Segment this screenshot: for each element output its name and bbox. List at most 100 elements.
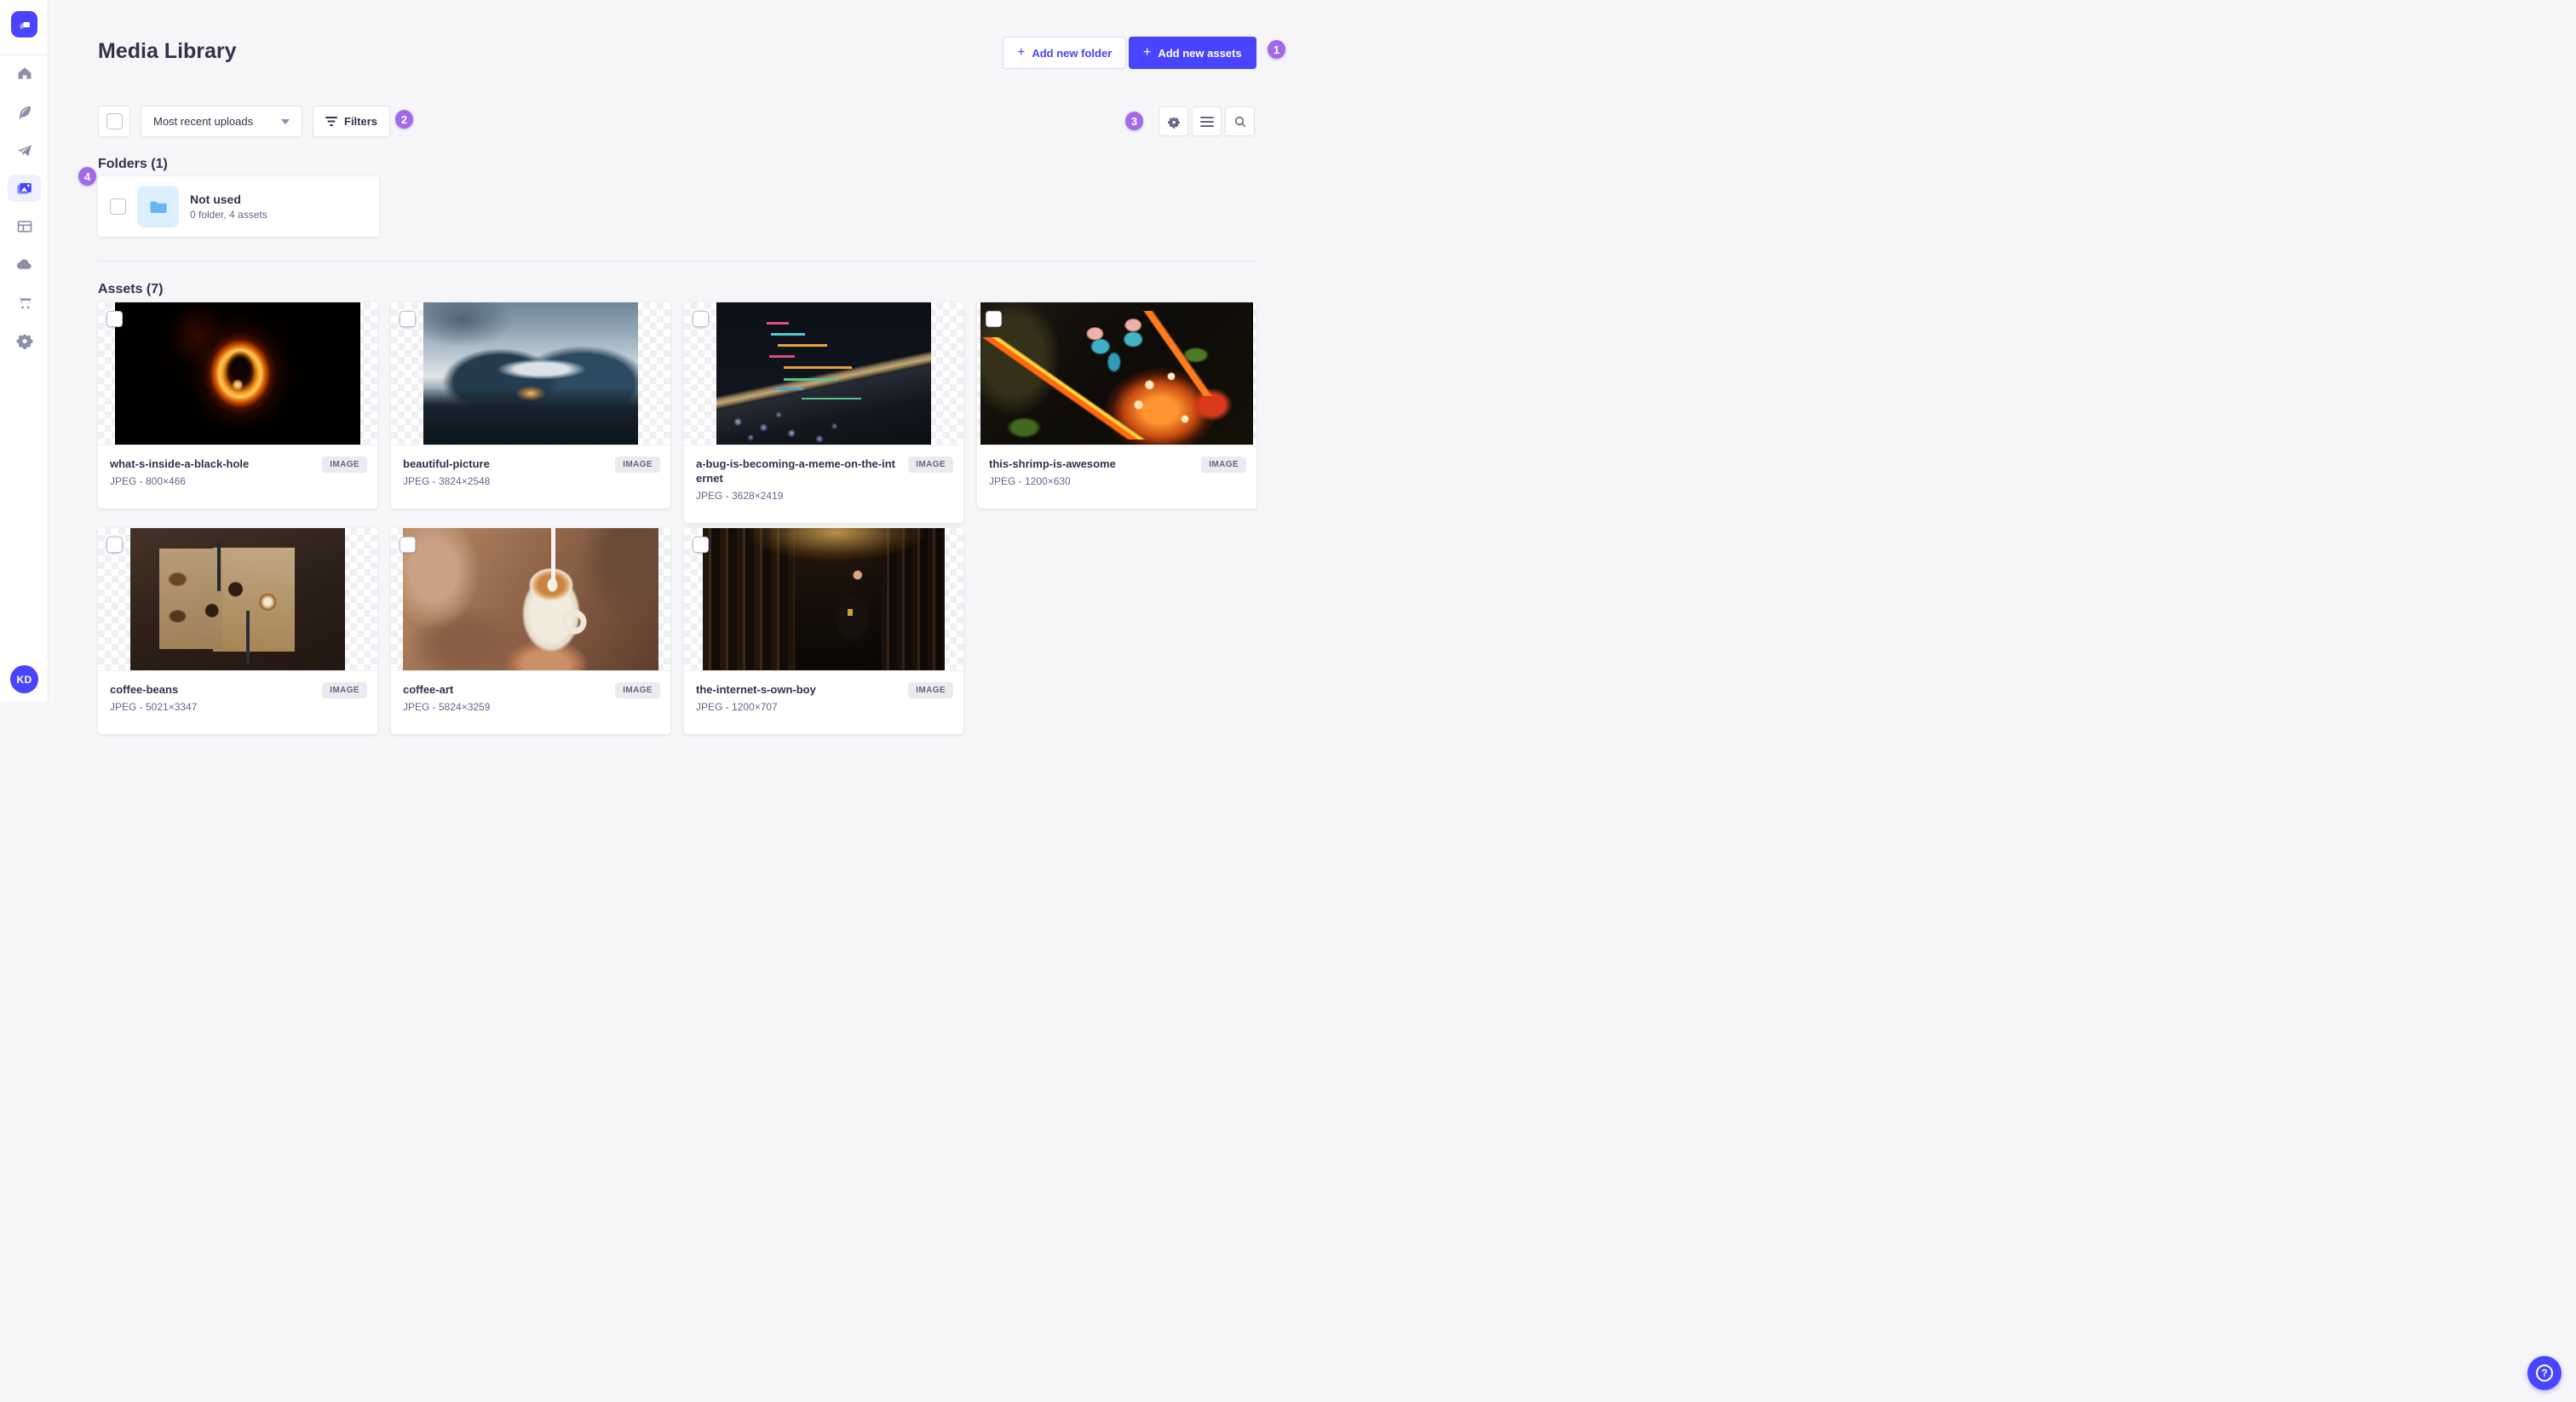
media-library-page: Media Library + Add new folder + Add new… [49,0,2576,734]
asset-thumbnail [98,302,377,445]
asset-thumbnail [391,528,670,671]
folder-name: Not used [190,192,241,206]
asset-card-beautiful-picture[interactable]: beautiful-picture JPEG - 3824×2548 IMAGE [391,302,670,509]
asset-checkbox[interactable] [986,311,1002,327]
paper-plane-icon [17,145,32,157]
search-button[interactable] [1225,106,1255,136]
gear-icon [15,334,33,349]
asset-name: coffee-art [403,683,454,696]
asset-thumbnail [977,302,1256,445]
asset-checkbox[interactable] [400,311,416,327]
sort-dropdown-value: Most recent uploads [153,115,254,128]
sidebar-item-settings[interactable] [8,327,41,354]
asset-meta: JPEG - 800×466 [110,475,187,487]
asset-texts: this-shrimp-is-awesome JPEG - 1200×630 [989,457,1116,487]
list-view-button[interactable] [1192,106,1222,136]
folder-icon [150,201,166,213]
add-new-folder-label: Add new folder [1032,46,1113,60]
strapi-logo-glyph [20,21,30,29]
list-view-icon [1199,116,1214,127]
black-hole-image [115,302,360,445]
asset-checkbox[interactable] [693,311,709,327]
help-button[interactable]: ? [2527,1356,2562,1390]
assets-heading: Assets (7) [98,282,164,296]
page-title: Media Library [98,39,237,63]
cart-icon [18,296,31,309]
select-all-control[interactable] [98,106,130,137]
add-new-assets-label: Add new assets [1158,46,1242,60]
asset-texts: coffee-art JPEG - 5824×3259 [403,682,490,713]
asset-name: this-shrimp-is-awesome [989,457,1116,470]
asset-card-shrimp[interactable]: this-shrimp-is-awesome JPEG - 1200×630 I… [977,302,1256,509]
add-new-folder-button[interactable]: + Add new folder [1003,37,1127,69]
asset-name: the-internet-s-own-boy [696,683,816,696]
asset-meta: JPEG - 3628×2419 [696,490,784,502]
home-icon [18,67,31,79]
mountains-image [423,302,638,445]
chevron-down-icon [281,118,290,124]
asset-card-black-hole[interactable]: what-s-inside-a-black-hole JPEG - 800×46… [98,302,377,509]
asset-grid-row-1: what-s-inside-a-black-hole JPEG - 800×46… [98,302,1258,523]
sort-dropdown[interactable]: Most recent uploads [141,106,302,137]
annotation-badge-4: 4 [78,167,96,186]
folders-heading: Folders (1) [98,157,168,171]
folder-card-not-used[interactable]: Not used 0 folder, 4 assets [98,176,379,237]
sidebar-item-cloud[interactable] [8,250,41,278]
sidebar-item-media-library[interactable] [8,175,41,202]
folder-meta: 0 folder, 4 assets [190,209,267,221]
grid-settings-button[interactable] [1159,106,1188,136]
asset-card-coffee-beans[interactable]: coffee-beans JPEG - 5021×3347 IMAGE [98,528,377,734]
asset-card-internet-own-boy[interactable]: the-internet-s-own-boy JPEG - 1200×707 I… [684,528,963,734]
sidebar-item-releases[interactable] [8,137,41,164]
asset-meta: JPEG - 1200×707 [696,701,778,713]
strapi-logo[interactable] [11,11,37,37]
filter-icon [325,116,337,126]
sidebar-item-content-builder[interactable] [8,99,41,126]
asset-type-badge: IMAGE [615,682,660,698]
folder-icon-tile [137,186,179,227]
user-avatar[interactable]: KD [10,665,38,693]
asset-checkbox[interactable] [106,537,123,553]
asset-checkbox[interactable] [106,311,123,327]
asset-thumbnail [684,302,963,445]
question-mark-icon: ? [2536,1365,2553,1382]
annotation-badge-2: 2 [395,110,413,129]
plus-icon: + [1143,45,1152,60]
asset-thumbnail [391,302,670,445]
asset-name: beautiful-picture [403,457,490,470]
asset-card-bug-meme[interactable]: a-bug-is-becoming-a-meme-on-the-internet… [684,302,963,523]
filters-button[interactable]: Filters [313,106,391,137]
asset-card-coffee-art[interactable]: coffee-art JPEG - 5824×3259 IMAGE [391,528,670,734]
sidebar-item-content-manager[interactable] [8,213,41,240]
select-all-checkbox[interactable] [106,113,123,129]
asset-name: a-bug-is-becoming-a-meme-on-the-internet [696,457,895,485]
asset-checkbox[interactable] [400,537,416,553]
asset-type-badge: IMAGE [1201,457,1246,473]
asset-checkbox[interactable] [693,537,709,553]
annotation-badge-3: 3 [1125,112,1143,130]
layout-icon [17,221,32,233]
sidebar-item-marketplace[interactable] [8,289,41,316]
add-new-assets-button[interactable]: + Add new assets [1129,37,1256,69]
media-library-icon [17,182,32,194]
plus-icon: + [1017,45,1026,60]
sidebar-item-home[interactable] [8,60,41,87]
asset-type-badge: IMAGE [908,457,953,473]
asset-name: coffee-beans [110,683,179,696]
cloud-icon [16,258,32,269]
annotation-badge-1: 1 [1268,40,1285,59]
asset-type-badge: IMAGE [908,682,953,698]
sidebar: KD [0,0,49,701]
asset-type-badge: IMAGE [322,457,367,473]
asset-thumbnail [98,528,377,671]
folder-texts: Not used 0 folder, 4 assets [190,192,267,221]
folder-checkbox[interactable] [110,198,126,215]
laptop-code-image [716,302,931,445]
asset-name: what-s-inside-a-black-hole [110,457,250,470]
asset-thumbnail [684,528,963,671]
asset-texts: the-internet-s-own-boy JPEG - 1200×707 [696,682,816,713]
asset-texts: what-s-inside-a-black-hole JPEG - 800×46… [110,457,249,487]
filters-label: Filters [344,115,378,128]
asset-meta: JPEG - 3824×2548 [403,475,491,487]
asset-meta: JPEG - 5021×3347 [110,701,198,713]
